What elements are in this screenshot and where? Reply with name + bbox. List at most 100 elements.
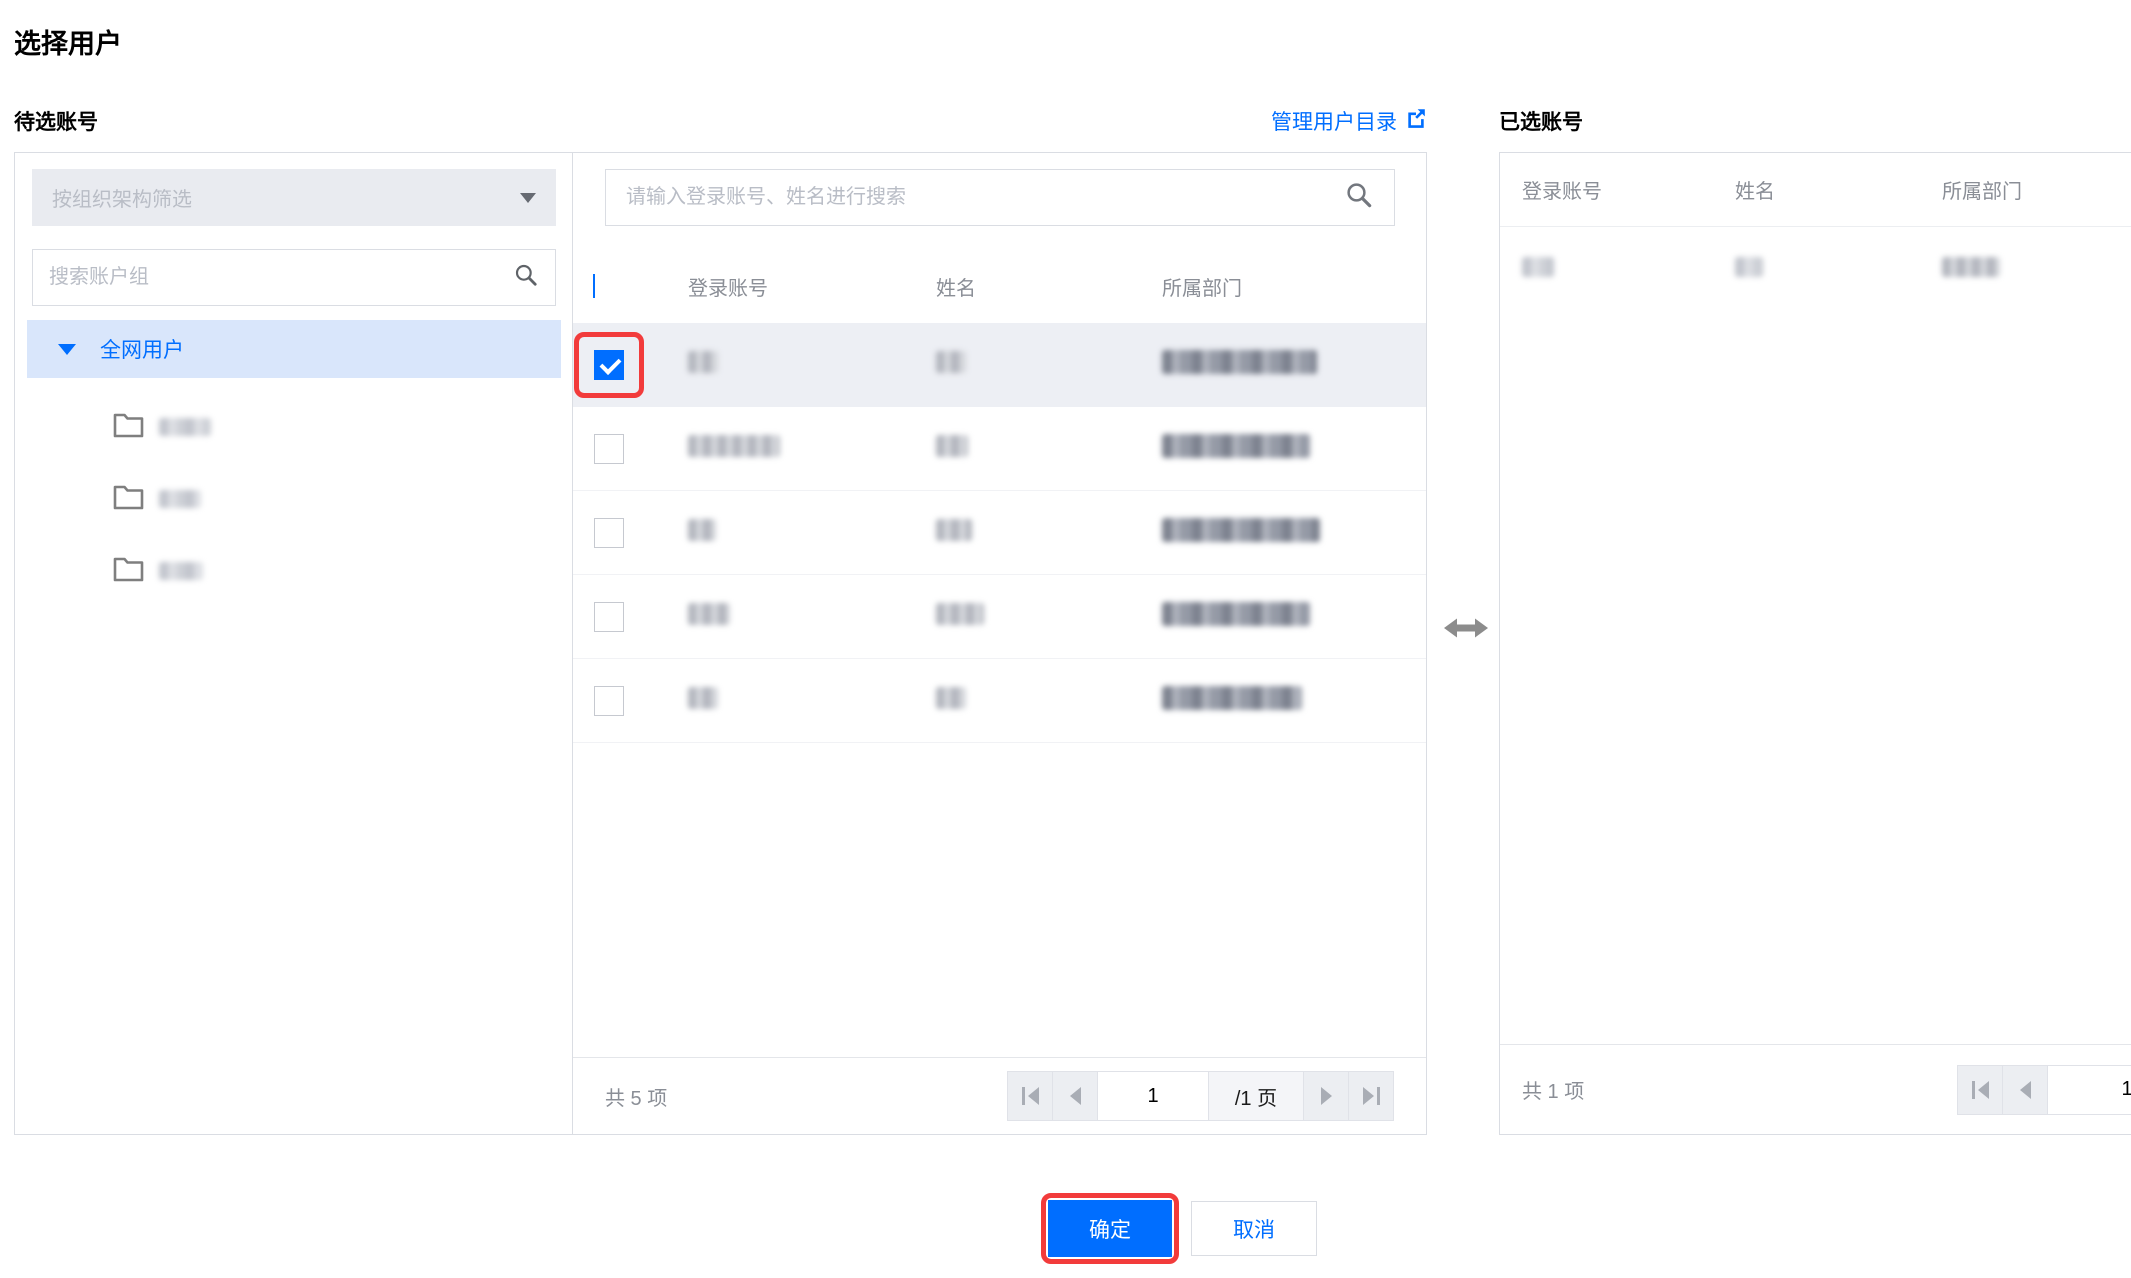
column-header-dept: 所属部门 (1942, 175, 2131, 204)
dialog-actions: 确定 取消 (1041, 1193, 1317, 1264)
page-number-cell (2047, 1065, 2131, 1115)
blurred-text (936, 687, 966, 709)
blurred-text (1162, 434, 1310, 458)
blurred-text (936, 435, 968, 457)
next-page-button[interactable] (1303, 1071, 1349, 1121)
first-page-button[interactable] (1957, 1065, 2003, 1115)
checkbox-annotation-box (574, 668, 644, 734)
table-body (573, 323, 1426, 743)
group-search-input[interactable] (49, 266, 513, 289)
prev-page-button[interactable] (1052, 1071, 1098, 1121)
checkbox-annotation-box (574, 500, 644, 566)
table-header: 登录账号 姓名 所属部门 (573, 249, 1426, 323)
table-row[interactable] (1500, 227, 2131, 311)
row-checkbox[interactable] (594, 518, 624, 548)
row-checkbox[interactable] (594, 434, 624, 464)
table-row[interactable] (573, 407, 1426, 491)
table-row[interactable] (573, 323, 1426, 407)
page-title: 选择用户 (14, 22, 122, 61)
blurred-text (1162, 686, 1302, 710)
cell-login (1500, 257, 1735, 282)
column-header-login: 登录账号 (688, 272, 936, 301)
blurred-text (159, 490, 201, 508)
manage-link-label: 管理用户目录 (1271, 106, 1397, 136)
cell-login (688, 435, 936, 462)
cell-login (688, 603, 936, 630)
table-row[interactable] (573, 575, 1426, 659)
blurred-text (1162, 602, 1310, 626)
user-search-input[interactable] (626, 186, 1344, 209)
confirm-button[interactable]: 确定 (1048, 1200, 1172, 1257)
chevron-down-icon (520, 193, 536, 203)
cell-name (936, 603, 1162, 630)
checkbox-annotation-box (574, 584, 644, 650)
blurred-text (1735, 257, 1763, 277)
blurred-text (688, 687, 718, 709)
user-search-box (605, 169, 1395, 226)
tree-node-label: 全网用户 (100, 334, 184, 364)
account-picker-panel: 按组织架构筛选 全网用户 (14, 152, 1427, 1135)
page-total-label: /1 页 (1208, 1071, 1304, 1121)
table-body (1500, 227, 2131, 311)
column-header-dept: 所属部门 (1162, 272, 1426, 301)
org-filter-placeholder: 按组织架构筛选 (52, 183, 192, 212)
middle-pagination-bar: 共 5 项 /1 页 (573, 1057, 1426, 1134)
page-number-input[interactable] (1098, 1085, 1208, 1108)
column-header-name: 姓名 (936, 272, 1162, 301)
cell-dept (1162, 686, 1426, 715)
search-icon (513, 262, 539, 293)
selected-accounts-panel: 登录账号 姓名 所属部门 共 1 项 (1499, 152, 2131, 1135)
confirm-annotation-box: 确定 (1041, 1193, 1179, 1264)
pending-accounts-label: 待选账号 (14, 106, 98, 136)
transfer-arrow-icon (1442, 612, 1490, 649)
row-checkbox[interactable] (594, 686, 624, 716)
blurred-text (936, 351, 966, 373)
blurred-text (1942, 257, 2000, 277)
blurred-text (159, 418, 211, 436)
table-row[interactable] (573, 491, 1426, 575)
first-page-button[interactable] (1007, 1071, 1053, 1121)
page-number-input[interactable] (2048, 1078, 2131, 1101)
folder-icon (113, 484, 144, 515)
cell-dept (1942, 257, 2131, 282)
column-header-name: 姓名 (1735, 175, 1942, 204)
org-tree-pane: 按组织架构筛选 全网用户 (15, 153, 573, 1134)
folder-icon (113, 556, 144, 587)
pagination-control: /1 页 (1008, 1071, 1394, 1121)
group-search-box (32, 249, 556, 306)
org-structure-filter-dropdown[interactable]: 按组织架构筛选 (32, 169, 556, 226)
cell-name (936, 687, 1162, 714)
cell-dept (1162, 602, 1426, 631)
cell-dept (1162, 434, 1426, 463)
table-row[interactable] (573, 659, 1426, 743)
cell-name (936, 435, 1162, 462)
page-number-cell (1097, 1071, 1209, 1121)
selected-accounts-label: 已选账号 (1499, 106, 1583, 136)
select-all-checkbox[interactable] (593, 274, 595, 298)
tree-expand-icon[interactable] (58, 344, 76, 355)
row-checkbox[interactable] (594, 350, 624, 380)
prev-page-button[interactable] (2002, 1065, 2048, 1115)
tree-folder-item[interactable] (15, 391, 573, 463)
total-count-label: 共 1 项 (1522, 1075, 1584, 1104)
manage-user-directory-link[interactable]: 管理用户目录 (1271, 106, 1427, 136)
blurred-text (688, 519, 716, 541)
pagination-control (1958, 1065, 2131, 1115)
right-pagination-bar: 共 1 项 (1500, 1044, 2131, 1134)
tree-folder-list (15, 391, 573, 607)
cell-login (688, 351, 936, 378)
blurred-text (1162, 518, 1320, 542)
search-icon (1344, 180, 1374, 215)
last-page-button[interactable] (1348, 1071, 1394, 1121)
cell-name (936, 519, 1162, 546)
cancel-button[interactable]: 取消 (1191, 1201, 1317, 1256)
blurred-text (688, 603, 730, 625)
cell-name (936, 351, 1162, 378)
cell-name (1735, 257, 1942, 282)
tree-folder-item[interactable] (15, 535, 573, 607)
tree-node-all-users[interactable]: 全网用户 (27, 320, 561, 378)
blurred-text (688, 351, 718, 373)
row-checkbox[interactable] (594, 602, 624, 632)
blurred-text (159, 562, 203, 580)
tree-folder-item[interactable] (15, 463, 573, 535)
